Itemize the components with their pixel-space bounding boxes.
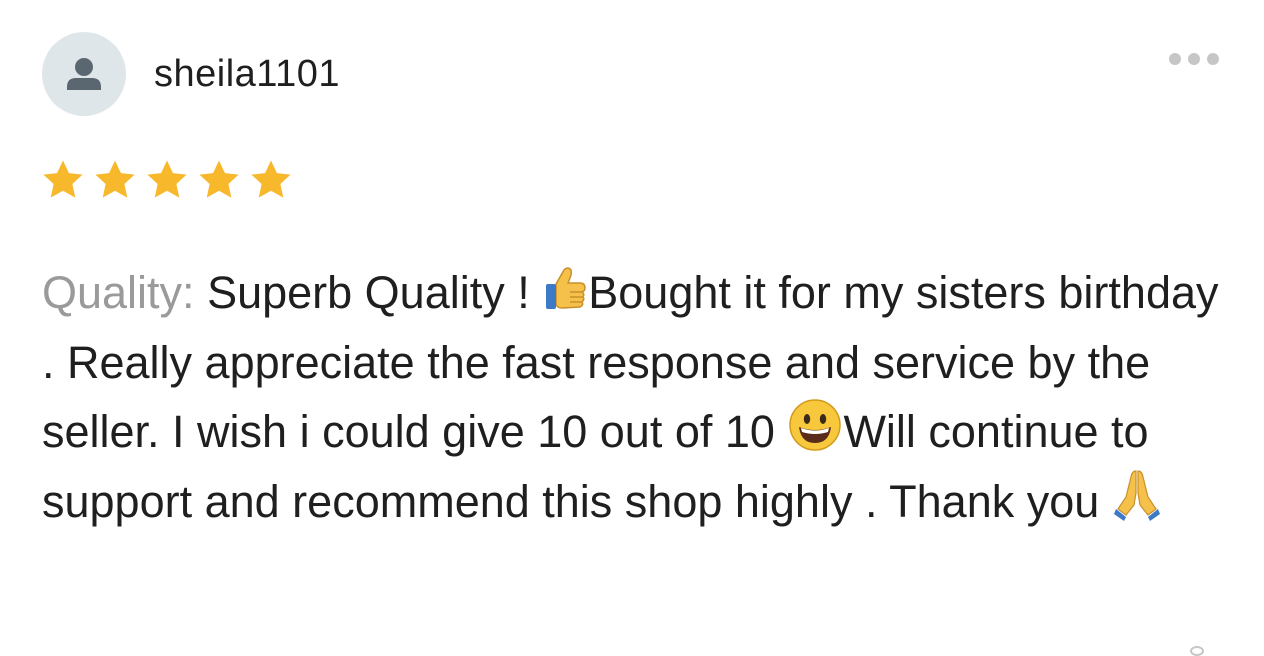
more-dot [1188,53,1200,65]
more-dot [1207,53,1219,65]
star-icon [199,160,239,198]
more-options-icon[interactable] [1160,48,1228,70]
star-rating [40,157,294,203]
partial-icon [1190,646,1204,656]
star-icon [251,160,291,198]
star-icon [43,160,83,198]
review-card: sheila1101 Quality: Superb Quality ! Bou… [0,0,1264,656]
review-text-part1: Superb Quality ! [194,267,543,318]
star-icon [147,160,187,198]
star-icon [95,160,135,198]
folded-hands-emoji [1112,467,1162,523]
user-avatar[interactable] [42,32,126,116]
username[interactable]: sheila1101 [154,52,340,96]
person-icon [67,58,101,90]
quality-label: Quality: [42,267,195,318]
review-text: Quality: Superb Quality ! Bought it for … [42,258,1232,536]
more-dot [1169,53,1181,65]
grinning-face-emoji [787,397,843,453]
thumbs-up-emoji [542,264,588,314]
